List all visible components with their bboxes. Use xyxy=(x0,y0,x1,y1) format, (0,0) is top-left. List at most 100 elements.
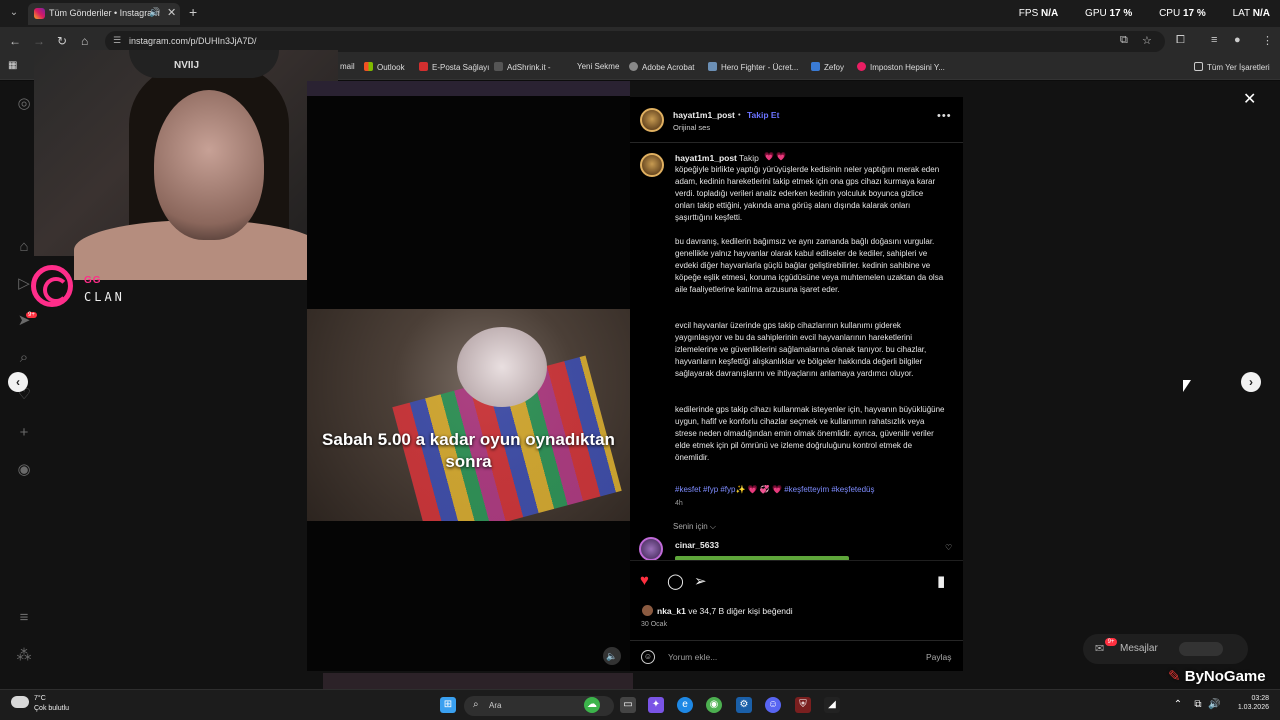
post-actions: ♥ ◯ ➢ ▮ nka_k1 ve 34,7 B diğer kişi beğe… xyxy=(630,560,963,671)
shield-app-icon[interactable]: ⛨ xyxy=(795,697,811,713)
bookmark-imposton[interactable]: Imposton Hepsini Y... xyxy=(857,62,945,72)
forward-icon[interactable]: → xyxy=(33,34,45,48)
imposton-icon xyxy=(857,62,866,71)
clock-time: 03:28 xyxy=(1251,695,1269,702)
windows-taskbar: 7°C Çok bulutlu ⊞ ⌕ Ara ☁ ▭ ✦ e ◉ ⚙ ☺ ⛨ … xyxy=(0,689,1280,720)
comment-like-icon[interactable]: ♡ xyxy=(945,543,952,552)
instagram-page: ◎ ⌂ ▷ ➤ ⌕ ♡ + ◉ ≡ ⁂ 9+ NVIIJ GG CLAN Sab… xyxy=(0,50,1280,689)
wifi-icon[interactable]: ⧉ xyxy=(1192,697,1204,713)
comment-icon[interactable]: ◯ xyxy=(667,572,684,590)
post-date: 30 Ocak xyxy=(641,621,668,628)
bookmark-e-posta[interactable]: E-Posta Sağlayı xyxy=(419,62,489,72)
meta-apps-icon[interactable]: ⁂ xyxy=(15,647,33,665)
likes-count[interactable]: nka_k1 ve 34,7 B diğer kişi beğendi xyxy=(657,606,793,616)
home-nav-icon[interactable]: ⌂ xyxy=(15,238,33,256)
obs-app-icon[interactable]: ◢ xyxy=(824,697,840,713)
author-username[interactable]: hayat1m1_post xyxy=(673,110,735,120)
reel-video[interactable]: Sabah 5.00 a kadar oyun oynadıktan sonra… xyxy=(307,81,630,671)
chrome-icon[interactable]: ◉ xyxy=(706,697,722,713)
windows-start-icon[interactable]: ⊞ xyxy=(440,697,456,713)
bookmark-mail[interactable]: mail xyxy=(340,62,355,71)
globe-icon xyxy=(629,62,638,71)
reading-list-icon[interactable]: ≡ xyxy=(1211,34,1217,46)
search-icon: ⌕ xyxy=(473,699,479,710)
bookmark-hero-fighter[interactable]: Hero Fighter - Ücret... xyxy=(708,62,798,72)
more-options-icon[interactable]: ••• xyxy=(937,110,952,122)
tab-instagram[interactable]: Tüm Gönderiler • Instagram 🔊 ✕ xyxy=(28,3,180,25)
edge-icon[interactable]: e xyxy=(677,697,693,713)
mute-button[interactable]: 🔈 xyxy=(603,647,621,665)
post-comment-button[interactable]: Paylaş xyxy=(926,652,952,662)
caption-follow[interactable]: Takip xyxy=(739,153,759,163)
site-info-icon[interactable]: ☰ xyxy=(113,35,121,46)
bookmark-zefoy[interactable]: Zefoy xyxy=(811,62,844,72)
tab-bar: ⌄ Tüm Gönderiler • Instagram 🔊 ✕ + FPS N… xyxy=(0,0,1280,27)
apps-icon[interactable]: ▦ xyxy=(8,60,17,71)
bookmark-adshrink[interactable]: AdShrink.it - xyxy=(494,62,551,72)
taskbar-widget-icon[interactable]: ☁ xyxy=(584,697,600,713)
profile-nav-icon[interactable]: ◉ xyxy=(15,461,33,479)
commenter-avatar[interactable] xyxy=(639,537,663,560)
new-tab-icon[interactable]: + xyxy=(189,4,197,20)
search-nav-icon[interactable]: ⌕ xyxy=(15,349,33,367)
audio-subtitle[interactable]: Orijinal ses xyxy=(673,123,710,132)
bookmark-adobe[interactable]: Adobe Acrobat xyxy=(629,62,694,72)
speaker-icon[interactable]: 🔊 xyxy=(149,7,160,18)
reload-icon[interactable]: ↻ xyxy=(57,34,67,48)
back-icon[interactable]: ← xyxy=(9,34,21,48)
video-top-strip xyxy=(307,81,630,96)
system-clock[interactable]: 03:28 1.03.2026 xyxy=(1219,694,1269,712)
weather-status[interactable]: Çok bulutlu xyxy=(34,705,69,712)
next-post-icon[interactable]: › xyxy=(1241,372,1261,392)
hashtags[interactable]: #kesfet #fyp #fyp✨ 💗 💞 💗 #keşfetteyim #k… xyxy=(675,485,874,494)
steam-icon[interactable]: ⚙ xyxy=(736,697,752,713)
follow-button[interactable]: Takip Et xyxy=(747,110,779,120)
tab-title: Tüm Gönderiler • Instagram xyxy=(49,8,160,18)
post-header: hayat1m1_post • Takip Et Orijinal ses ••… xyxy=(630,97,963,143)
comment-input[interactable]: Yorum ekle... xyxy=(668,652,717,662)
more-menu-icon[interactable]: ≡ xyxy=(15,609,33,627)
save-bookmark-icon[interactable]: ▮ xyxy=(937,572,945,590)
copilot-icon[interactable]: ✦ xyxy=(648,697,664,713)
cloud-icon[interactable] xyxy=(11,696,29,708)
share-icon[interactable]: ➢ xyxy=(694,572,707,590)
webcam-face xyxy=(154,90,264,240)
bookmark-outlook[interactable]: Outlook xyxy=(364,62,405,72)
close-post-icon[interactable]: ✕ xyxy=(1243,89,1256,109)
url-input[interactable]: ☰ instagram.com/p/DUHIn3JjA7D/ xyxy=(105,31,1165,52)
network-icon[interactable]: ⌃ xyxy=(1172,697,1184,713)
all-bookmarks[interactable]: Tüm Yer İşaretleri xyxy=(1194,62,1270,72)
like-heart-icon[interactable]: ♥ xyxy=(640,572,649,589)
home-icon[interactable]: ⌂ xyxy=(81,34,88,48)
extensions-icon[interactable]: ⧠ xyxy=(1176,34,1185,47)
clock-date: 1.03.2026 xyxy=(1237,704,1269,711)
emoji-icon[interactable]: ☺ xyxy=(641,650,655,664)
close-tab-icon[interactable]: ✕ xyxy=(167,6,176,19)
liker-avatar xyxy=(642,605,653,616)
messages-button[interactable]: ✉ 9+ Mesajlar xyxy=(1083,634,1248,664)
previous-post-icon[interactable]: ‹ xyxy=(8,372,28,392)
menu-icon[interactable]: ⋮ xyxy=(1262,34,1273,47)
comments-filter[interactable]: Senin için ⌵ xyxy=(673,522,716,532)
discord-icon[interactable]: ☺ xyxy=(765,697,781,713)
post-panel: hayat1m1_post • Takip Et Orijinal ses ••… xyxy=(630,97,963,671)
create-nav-icon[interactable]: + xyxy=(15,424,33,442)
caption-paragraph: bu davranış, kedilerin bağımsız ve aynı … xyxy=(675,237,944,294)
profile-avatar[interactable]: ● xyxy=(1234,34,1241,46)
caption-username[interactable]: hayat1m1_post xyxy=(675,153,737,163)
commenter-username[interactable]: cinar_5633 xyxy=(675,540,719,550)
caption-paragraph: kedilerinde gps takip cihazı kullanmak i… xyxy=(675,405,945,462)
video-frame: Sabah 5.00 a kadar oyun oynadıktan sonra xyxy=(307,309,630,521)
file-explorer-icon[interactable]: ▭ xyxy=(620,697,636,713)
caption-avatar[interactable] xyxy=(640,153,664,177)
video-bottom-strip xyxy=(323,673,633,689)
install-app-icon[interactable]: ⧉ xyxy=(1120,34,1128,47)
tab-search-icon[interactable]: ⌄ xyxy=(6,5,22,21)
bookmark-yeni-sekme[interactable]: Yeni Sekme xyxy=(577,62,619,71)
weather-temp[interactable]: 7°C xyxy=(34,695,46,702)
bynogame-watermark: ✎ ByNoGame xyxy=(1168,668,1266,685)
author-avatar[interactable] xyxy=(640,108,664,132)
webcam-overlay: NVIIJ xyxy=(34,50,338,280)
bookmark-star-icon[interactable]: ☆ xyxy=(1142,34,1152,47)
instagram-logo-icon[interactable]: ◎ xyxy=(15,95,33,113)
